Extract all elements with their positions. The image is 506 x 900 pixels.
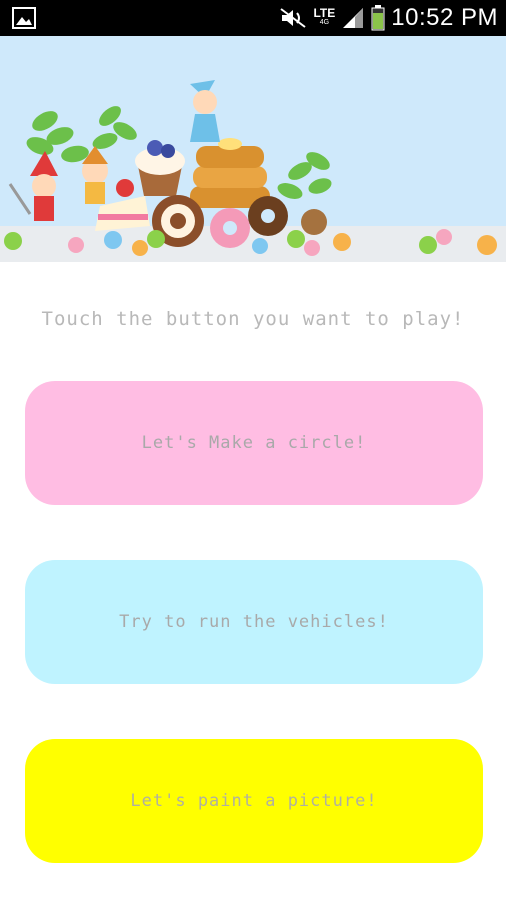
leaves-right: [277, 152, 332, 199]
character-girl-fork: [8, 151, 58, 221]
run-vehicles-button[interactable]: Try to run the vehicles!: [25, 560, 483, 684]
cupcake: [135, 140, 185, 196]
paint-picture-label: Let's paint a picture!: [130, 791, 378, 811]
paint-picture-button[interactable]: Let's paint a picture!: [25, 739, 483, 863]
character-top: [190, 80, 220, 142]
make-circle-label: Let's Make a circle!: [141, 433, 367, 453]
network-type: LTE 4G: [313, 7, 335, 28]
mute-icon: [280, 8, 307, 28]
battery-icon: [371, 5, 385, 31]
banner-illustration: [0, 80, 506, 262]
status-bar: LTE 4G 10:52 PM: [0, 0, 506, 36]
signal-icon: [343, 8, 364, 28]
make-circle-button[interactable]: Let's Make a circle!: [25, 381, 483, 505]
clock: 10:52 PM: [391, 4, 498, 31]
leaves-left: [26, 106, 137, 163]
image-icon: [12, 7, 36, 29]
run-vehicles-label: Try to run the vehicles!: [119, 612, 389, 632]
instruction-text: Touch the button you want to play!: [41, 308, 465, 330]
header-banner: [0, 36, 506, 262]
pancake-stack: [190, 138, 270, 208]
